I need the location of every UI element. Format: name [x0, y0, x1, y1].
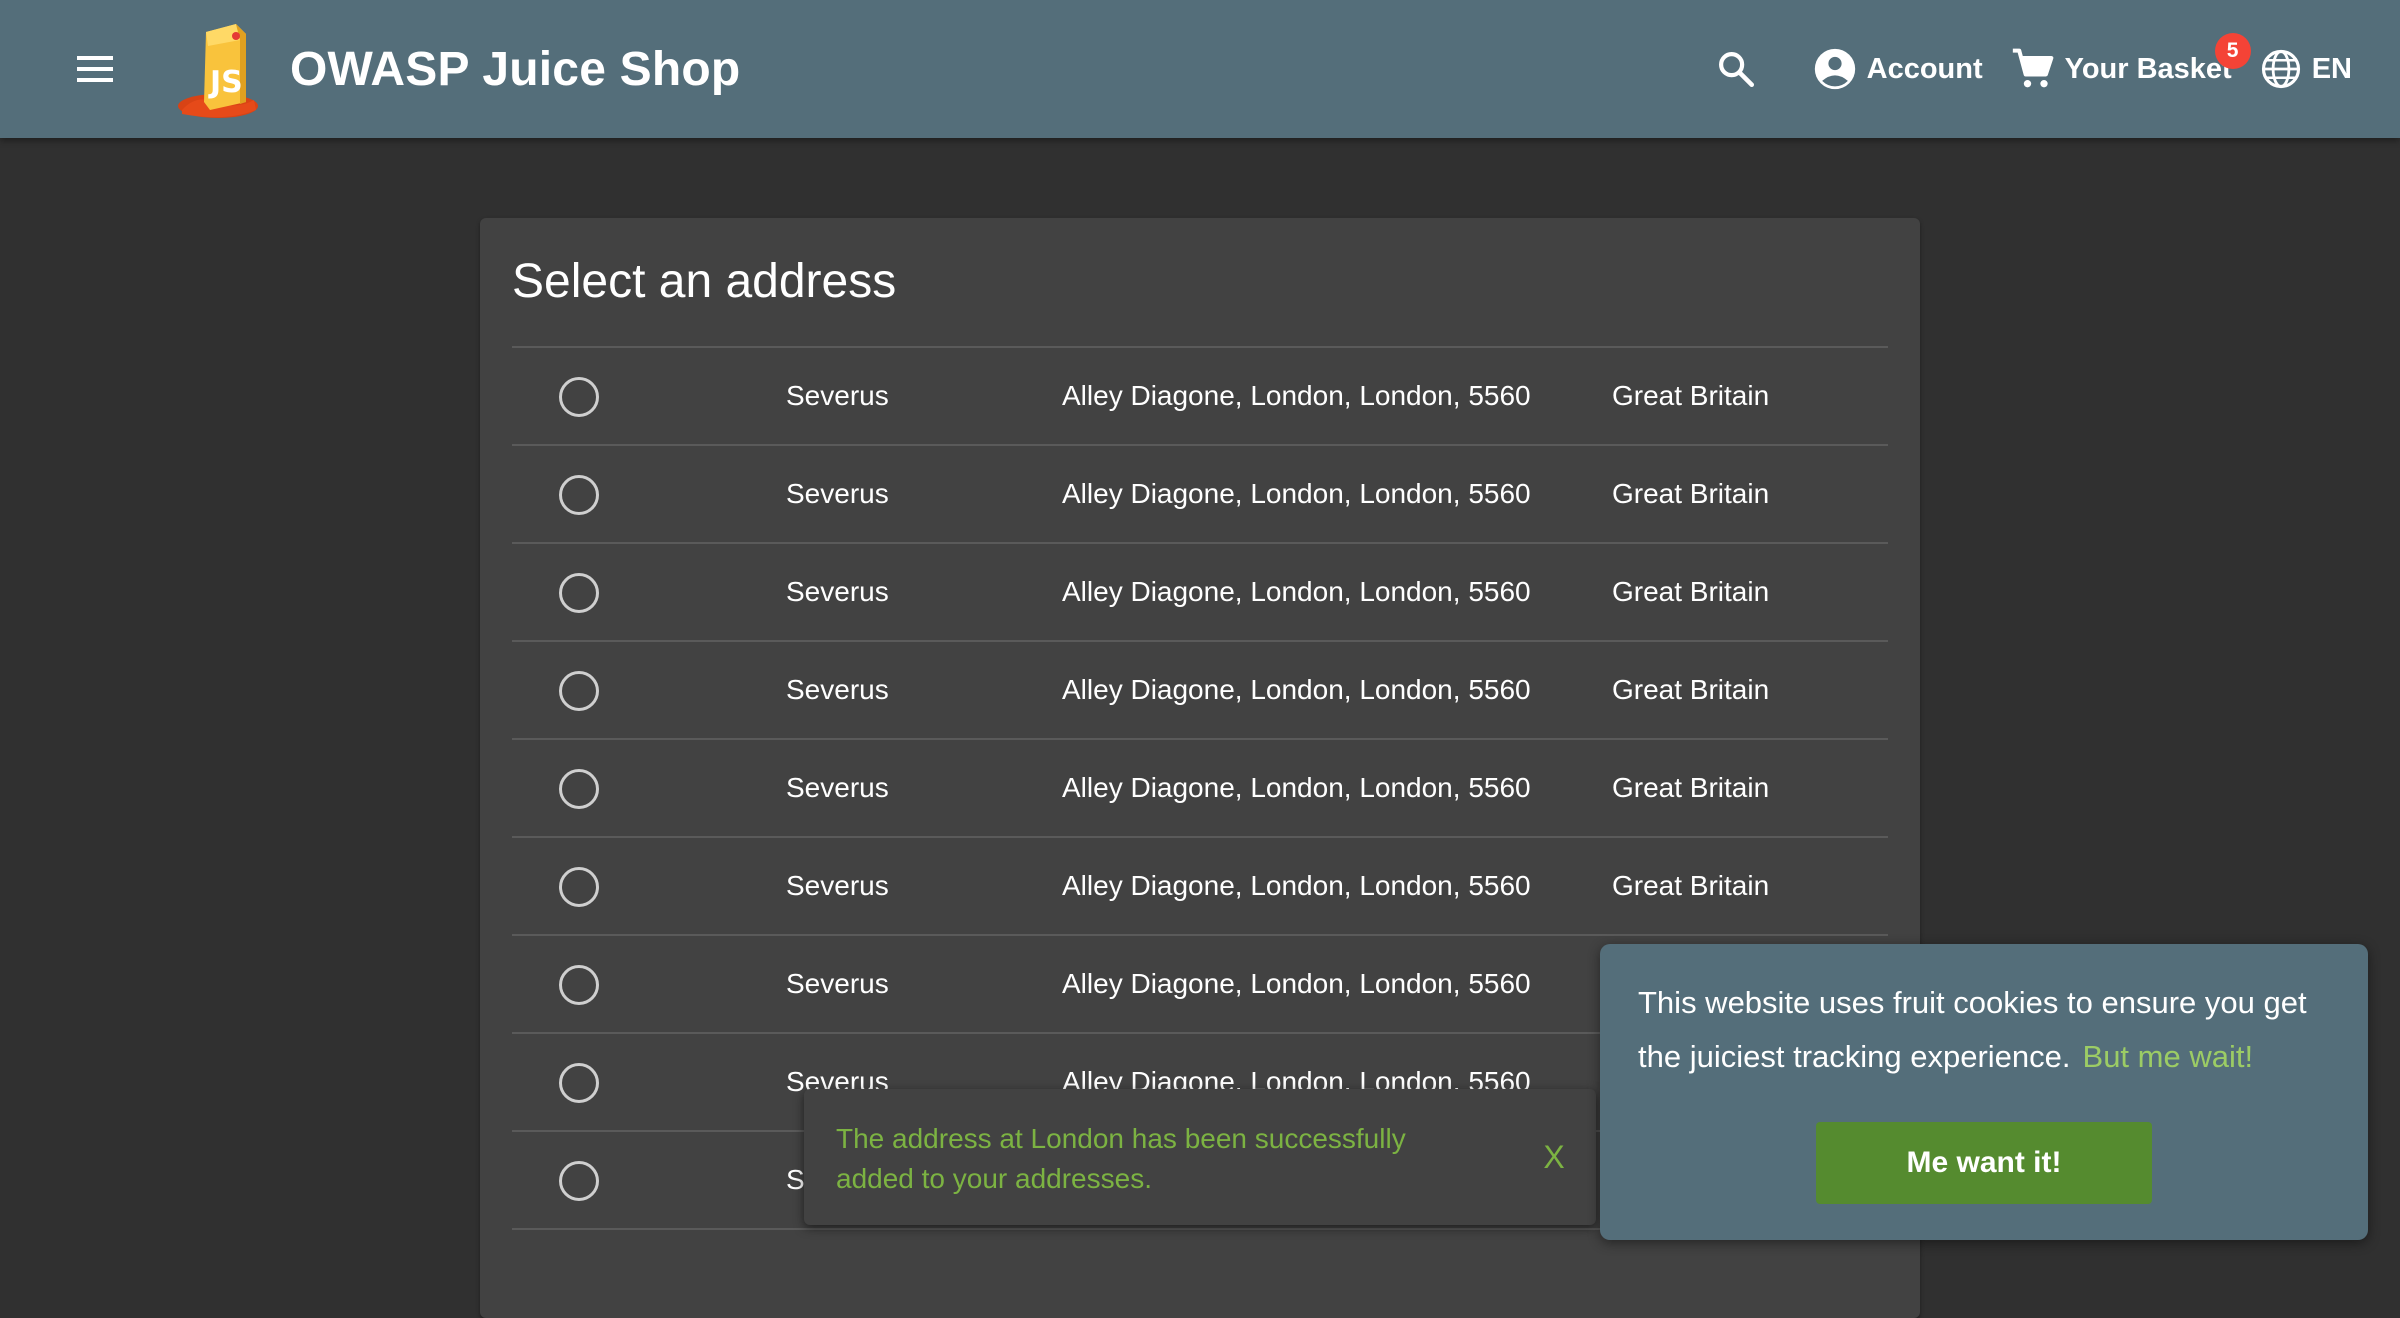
address-name: S	[786, 1164, 805, 1195]
address-name: Severus	[786, 968, 889, 999]
address-country: Great Britain	[1612, 870, 1770, 901]
cookie-message-container: This website uses fruit cookies to ensur…	[1638, 976, 2338, 1084]
account-circle-icon	[1814, 48, 1855, 90]
address-country: Great Britain	[1612, 772, 1770, 803]
address-row[interactable]: Severus Alley Diagone, London, London, 5…	[512, 446, 1888, 544]
shopping-cart-icon	[2012, 48, 2053, 88]
account-label: Account	[1866, 52, 1983, 85]
address-street: Alley Diagone, London, London, 5560	[1062, 674, 1531, 705]
address-street: Alley Diagone, London, London, 5560	[1062, 772, 1531, 803]
address-radio-button[interactable]	[559, 377, 599, 417]
globe-icon	[2261, 49, 2300, 89]
address-radio-button[interactable]	[559, 769, 599, 809]
address-country: Great Britain	[1612, 576, 1770, 607]
address-radio-button[interactable]	[559, 867, 599, 907]
address-row[interactable]: Severus Alley Diagone, London, London, 5…	[512, 838, 1888, 936]
snackbar-message: The address at London has been successfu…	[836, 1123, 1406, 1194]
basket-label: Your Basket	[2064, 52, 2232, 85]
address-street: Alley Diagone, London, London, 5560	[1062, 478, 1531, 509]
cookie-consent-banner: This website uses fruit cookies to ensur…	[1600, 944, 2368, 1240]
language-label: EN	[2311, 52, 2352, 85]
address-radio-button[interactable]	[559, 1063, 599, 1103]
address-name: Severus	[786, 478, 889, 509]
home-logo-link[interactable]: JS OWASP Juice Shop	[176, 10, 740, 128]
search-button[interactable]	[1701, 29, 1781, 109]
address-row[interactable]: Severus Alley Diagone, London, London, 5…	[512, 740, 1888, 838]
address-country: Great Britain	[1612, 380, 1770, 411]
snackbar-close-button[interactable]: X	[1526, 1129, 1582, 1185]
toolbar-actions: Account Your Basket 5 EN	[1701, 0, 2366, 138]
address-country: Great Britain	[1612, 478, 1770, 509]
basket-button[interactable]: Your Basket 5	[1997, 29, 2251, 109]
cookie-learn-more-link[interactable]: But me wait!	[2083, 1039, 2254, 1074]
search-icon	[1718, 52, 1754, 88]
address-radio-button[interactable]	[559, 965, 599, 1005]
address-name: Severus	[786, 380, 889, 411]
success-snackbar: The address at London has been successfu…	[804, 1089, 1596, 1225]
address-street: Alley Diagone, London, London, 5560	[1062, 870, 1531, 901]
address-name: Severus	[786, 576, 889, 607]
card-title: Select an address	[512, 255, 897, 308]
hamburger-menu-icon	[77, 56, 113, 82]
address-name: Severus	[786, 772, 889, 803]
address-street: Alley Diagone, London, London, 5560	[1062, 380, 1531, 411]
menu-button[interactable]	[66, 40, 124, 98]
address-radio-button[interactable]	[559, 475, 599, 515]
address-name: Severus	[786, 674, 889, 705]
svg-text:JS: JS	[208, 65, 243, 100]
app-title: OWASP Juice Shop	[290, 42, 741, 96]
address-row[interactable]: Severus Alley Diagone, London, London, 5…	[512, 348, 1888, 446]
address-radio-button[interactable]	[559, 671, 599, 711]
address-street: Alley Diagone, London, London, 5560	[1062, 576, 1531, 607]
top-toolbar: JS OWASP Juice Shop Account Your Basket …	[0, 0, 2400, 138]
cookie-accept-button[interactable]: Me want it!	[1816, 1122, 2152, 1204]
address-row[interactable]: Severus Alley Diagone, London, London, 5…	[512, 642, 1888, 740]
address-radio-button[interactable]	[559, 1161, 599, 1201]
address-country: Great Britain	[1612, 674, 1770, 705]
address-street: Alley Diagone, London, London, 5560	[1062, 968, 1531, 999]
address-radio-button[interactable]	[559, 573, 599, 613]
juice-shop-logo: JS	[178, 24, 258, 118]
address-name: Severus	[786, 870, 889, 901]
language-button[interactable]: EN	[2246, 29, 2366, 109]
account-button[interactable]: Account	[1799, 29, 1997, 109]
address-row[interactable]: Severus Alley Diagone, London, London, 5…	[512, 544, 1888, 642]
